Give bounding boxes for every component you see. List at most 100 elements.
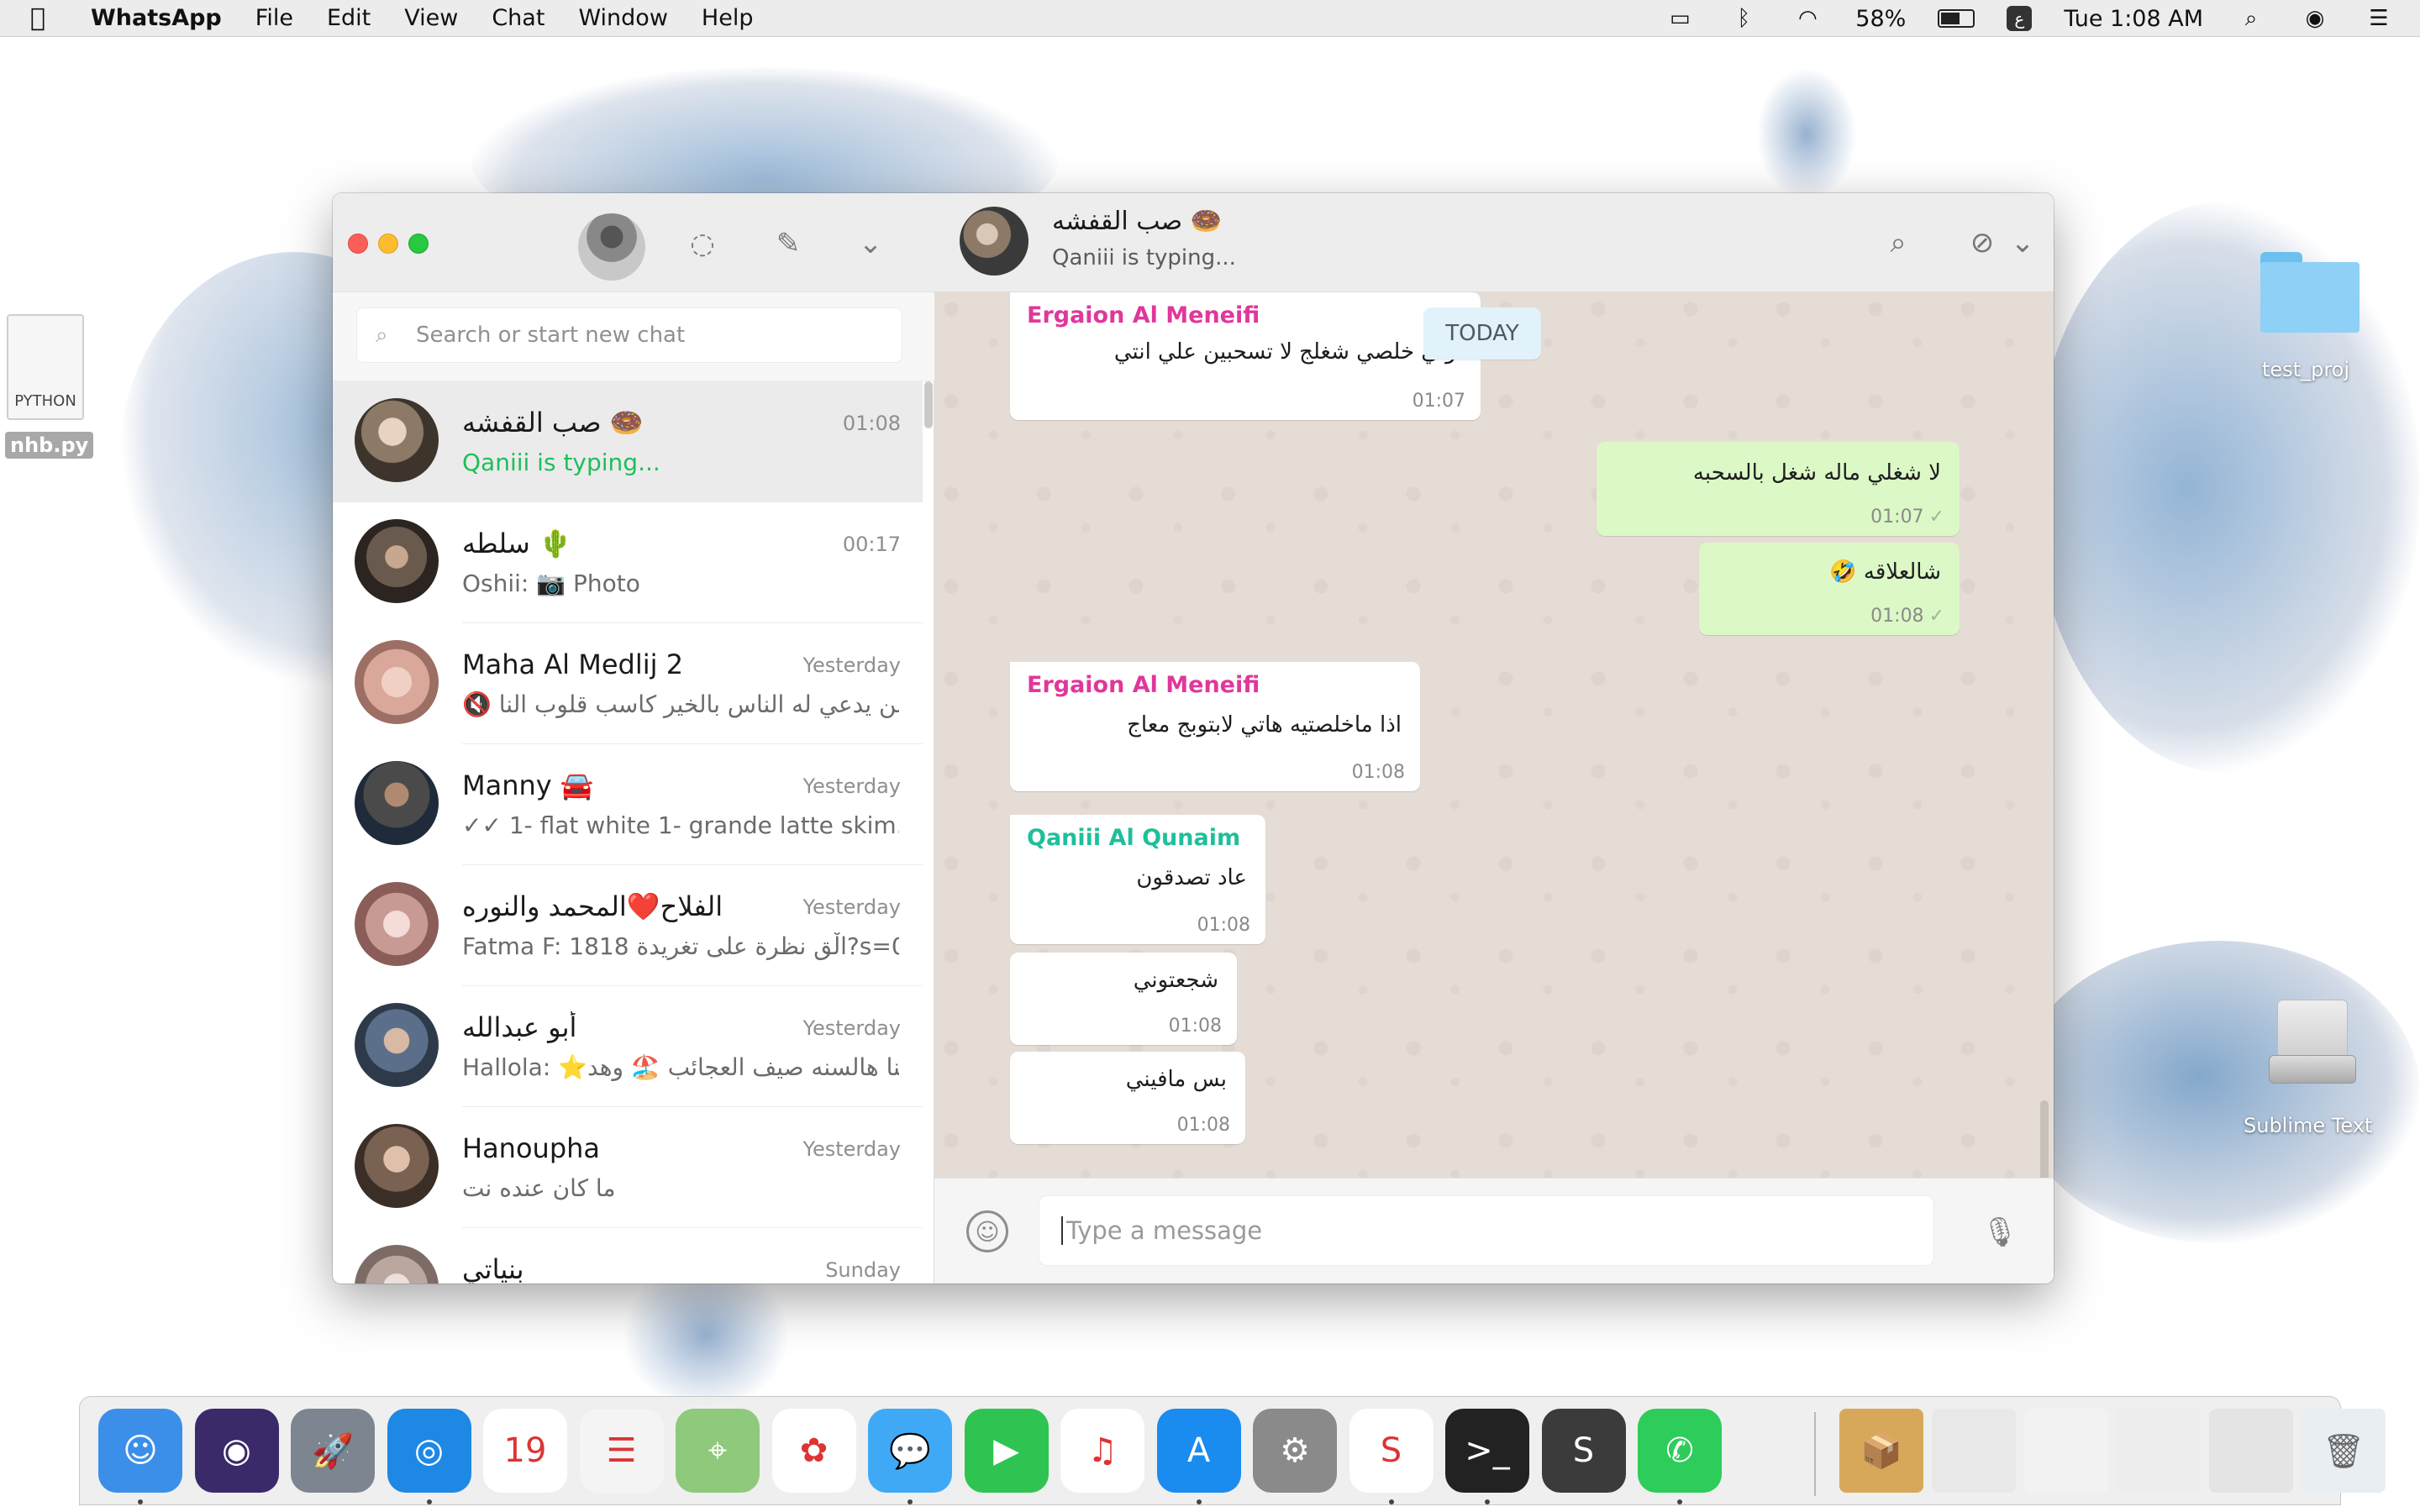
input-source-icon[interactable]: ع (2007, 6, 2033, 31)
chat-name: Manny 🚘 (462, 769, 594, 801)
microphone-icon[interactable]: 🎙 (1981, 1210, 2018, 1254)
chat-list-item[interactable]: أبو عبدالله Yesterday Hallola: ⭐نادينا ه… (333, 986, 923, 1107)
finder-icon[interactable]: ☺ (98, 1409, 182, 1493)
window-thumb-3[interactable] (2117, 1409, 2201, 1493)
chat-row-body: سلطه 🌵 00:17 Oshii: 📷 Photo (462, 502, 923, 623)
bluetooth-icon[interactable]: ᛒ (1728, 6, 1760, 31)
python-file-label[interactable]: nhb.py (5, 432, 94, 459)
menu-chat[interactable]: Chat (492, 5, 544, 31)
chat-list-item[interactable]: Hanoupha Yesterday ما كان عنده نت (333, 1107, 923, 1228)
app-store-icon[interactable]: A (1156, 1409, 1241, 1493)
battery-icon[interactable] (1938, 9, 1975, 28)
folder-icon[interactable] (2260, 252, 2360, 333)
menu-view[interactable]: View (404, 5, 458, 31)
chat-time: 00:17 (842, 533, 901, 556)
sublime-text-icon[interactable]: S (1541, 1409, 1626, 1493)
incoming-message[interactable]: Ergaion Al Meneifi اوني خلصي شغلج لا تسح… (1010, 292, 1481, 420)
python-file-icon[interactable]: PYTHON (7, 314, 84, 420)
message-input-box[interactable] (1039, 1195, 1934, 1266)
window-close-button[interactable] (348, 234, 368, 254)
spotlight-search-icon[interactable]: ⌕ (2235, 6, 2267, 31)
facetime-icon[interactable]: ▶ (964, 1409, 1049, 1493)
reminders-icon[interactable]: ☰ (579, 1409, 664, 1493)
new-chat-icon[interactable]: ✎ (770, 225, 807, 262)
chat-row-body: Hanoupha Yesterday ما كان عنده نت (462, 1107, 923, 1228)
group-avatar[interactable] (960, 207, 1028, 276)
notification-center-icon[interactable]: ☰ (2363, 6, 2395, 31)
chevron-down-icon[interactable]: ⌄ (2003, 223, 2042, 262)
message-text: شالعلاقه 🤣 (1829, 559, 1941, 585)
siri-icon[interactable]: ◉ (194, 1409, 279, 1493)
conversation-header[interactable]: صب القفشه 🍩 Qaniii is typing... ⌕ ⊘ ⌄ (934, 193, 2054, 292)
chat-preview: ✓✓ 1- flat white 1- grande latte skim... (462, 811, 899, 839)
search-messages-icon[interactable]: ⌕ (1879, 223, 1918, 262)
running-indicator (138, 1499, 143, 1504)
folder-label[interactable]: test_proj (2262, 358, 2349, 381)
conversation-pane: صب القفشه 🍩 Qaniii is typing... ⌕ ⊘ ⌄ Er… (934, 193, 2054, 1284)
message-time: 01:08 (1351, 762, 1405, 783)
trash-icon[interactable]: 🗑 (2302, 1409, 2386, 1493)
terminal-icon[interactable]: >_ (1445, 1409, 1529, 1493)
window-minimize-button[interactable] (378, 234, 398, 254)
chat-list-item[interactable]: صب القفشه 🍩 01:08 Qaniii is typing... (333, 381, 923, 502)
message-input[interactable] (1061, 1216, 1902, 1245)
incoming-message[interactable]: Ergaion Al Meneifi اذا ماخلصتيه هاتي لاب… (1010, 662, 1420, 791)
window-thumb-4[interactable] (2209, 1409, 2293, 1493)
message-time: 01:08 (1168, 1016, 1222, 1037)
calendar-icon[interactable]: 19 (483, 1409, 567, 1493)
chat-list-item[interactable]: الفلاح❤️المحمد والنوره Yesterday Fatma F… (333, 865, 923, 986)
itunes-icon[interactable]: ♫ (1060, 1409, 1144, 1493)
menu-bar:  WhatsApp File Edit View Chat Window He… (0, 0, 2420, 37)
incoming-message[interactable]: Qaniii Al Qunaim عاد تصدقون 01:08 (1010, 815, 1265, 944)
my-profile-avatar[interactable] (578, 213, 645, 281)
chat-list-scrollbar[interactable] (924, 381, 933, 428)
safari-icon[interactable]: ◎ (387, 1409, 471, 1493)
menu-clock[interactable]: Tue 1:08 AM (2064, 6, 2203, 32)
slack-icon[interactable]: S (1349, 1409, 1434, 1493)
siri-menu-icon[interactable]: ◉ (2299, 6, 2331, 31)
outgoing-message[interactable]: شالعلاقه 🤣 01:08 ✓ (1699, 543, 1960, 635)
window-thumb-2[interactable] (2024, 1409, 2108, 1493)
search-input[interactable] (416, 323, 870, 348)
menu-bar-status-area: ▭ ᛒ ◠ 58% ع Tue 1:08 AM ⌕ ◉ ☰ (1664, 0, 2395, 37)
messages-icon[interactable]: 💬 (868, 1409, 952, 1493)
menu-window[interactable]: Window (578, 5, 667, 31)
window-zoom-button[interactable] (408, 234, 429, 254)
wifi-icon[interactable]: ◠ (1791, 6, 1823, 31)
chat-time: 01:08 (842, 412, 901, 435)
photos-icon[interactable]: ✿ (771, 1409, 856, 1493)
chevron-down-icon[interactable]: ⌄ (852, 225, 889, 262)
menu-edit[interactable]: Edit (327, 5, 371, 31)
menu-help[interactable]: Help (702, 5, 754, 31)
launchpad-icon[interactable]: 🚀 (291, 1409, 375, 1493)
downloads-stack-icon[interactable]: 📦 (1839, 1409, 1923, 1493)
maps-icon[interactable]: ⌖ (676, 1409, 760, 1493)
chat-list-item[interactable]: بنياتي Sunday (333, 1228, 923, 1284)
system-preferences-icon[interactable]: ⚙ (1253, 1409, 1337, 1493)
airplay-icon[interactable]: ▭ (1664, 6, 1696, 31)
battery-percent[interactable]: 58% (1855, 6, 1906, 32)
chat-avatar (355, 1124, 439, 1208)
menu-app-name[interactable]: WhatsApp (91, 5, 222, 31)
attach-icon[interactable]: ⊘ (1963, 223, 2002, 262)
whatsapp-icon[interactable]: ✆ (1638, 1409, 1722, 1493)
incoming-message[interactable]: شجعتوني 01:08 (1010, 953, 1237, 1045)
window-thumb-1[interactable] (1932, 1409, 2016, 1493)
message-text: بس مافيني (1125, 1067, 1227, 1092)
chat-list-item[interactable]: Manny 🚘 Yesterday ✓✓ 1- flat white 1- gr… (333, 744, 923, 865)
conversation-status: Qaniii is typing... (1052, 245, 1236, 270)
disk-image-icon[interactable] (2269, 1000, 2356, 1084)
chat-list-item[interactable]: سلطه 🌵 00:17 Oshii: 📷 Photo (333, 502, 923, 623)
status-icon[interactable]: ◌ (684, 225, 721, 262)
emoji-icon[interactable]: ☺ (966, 1210, 1008, 1252)
chat-list-item[interactable]: Maha Al Medlij 2 Yesterday 🔇 يآ حظ من يد… (333, 623, 923, 744)
disk-image-label[interactable]: Sublime Text (2244, 1114, 2372, 1137)
outgoing-message[interactable]: لا شغلي ماله شغل بالسحبه 01:07 ✓ (1597, 442, 1960, 536)
chat-row-body: بنياتي Sunday (462, 1228, 923, 1284)
conversation-title[interactable]: صب القفشه 🍩 (1052, 207, 1222, 236)
apple-menu-icon[interactable]:  (30, 3, 81, 33)
incoming-message[interactable]: بس مافيني 01:08 (1010, 1052, 1245, 1144)
search-box[interactable]: ⌕ (356, 307, 902, 363)
menu-file[interactable]: File (255, 5, 293, 31)
disk-image-base (2269, 1055, 2356, 1084)
